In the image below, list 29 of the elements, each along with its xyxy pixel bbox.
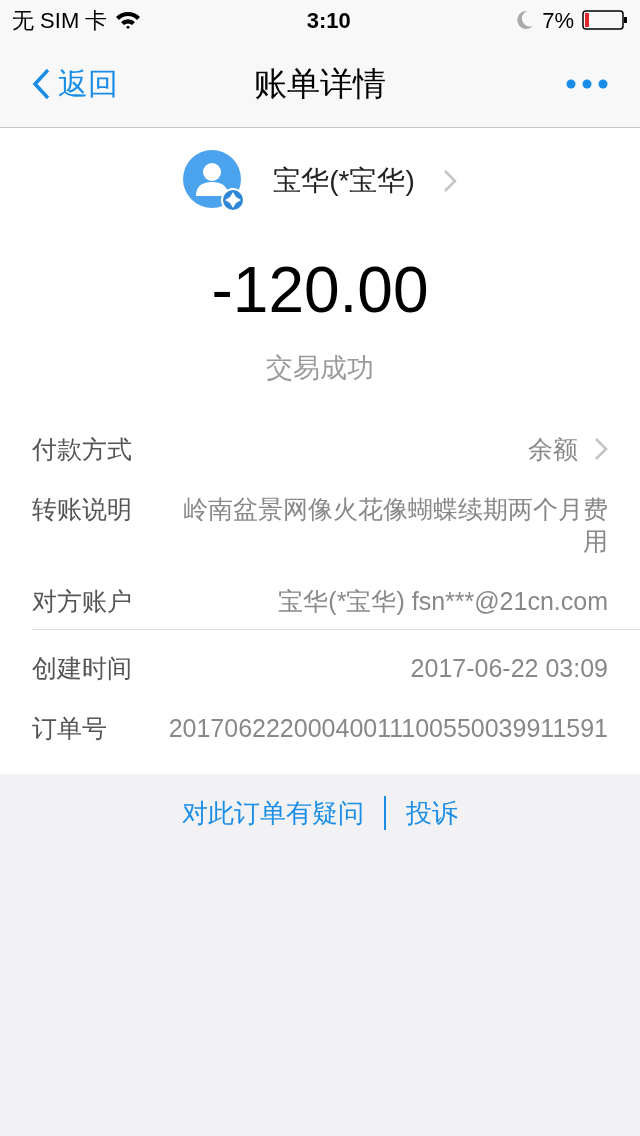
back-button[interactable]: 返回 <box>32 61 152 106</box>
row-value: 宝华(*宝华) fsn***@21cn.com <box>278 585 608 617</box>
row-value: 2017-06-22 03:09 <box>410 652 608 684</box>
page-title: 账单详情 <box>254 63 386 104</box>
status-text: 交易成功 <box>266 352 374 385</box>
battery-text: 7% <box>542 6 574 35</box>
back-icon <box>32 67 50 100</box>
question-link[interactable]: 对此订单有疑问 <box>182 793 364 833</box>
row-label: 订单号 <box>32 712 108 744</box>
row-label: 付款方式 <box>32 433 133 465</box>
chevron-right-icon <box>442 169 457 193</box>
wifi-icon <box>115 10 142 30</box>
complaint-link[interactable]: 投诉 <box>406 793 458 833</box>
clock-text: 3:10 <box>306 6 351 35</box>
row-label: 转账说明 <box>32 493 133 525</box>
row-value: 岭南盆景网像火花像蝴蝶续期两个月费用 <box>182 493 608 557</box>
row-label: 创建时间 <box>32 652 133 684</box>
payee-name: 宝华(*宝华) <box>273 164 415 198</box>
payee-link[interactable]: 宝华(*宝华) <box>0 128 640 212</box>
row-label: 对方账户 <box>32 585 133 617</box>
avatar-icon <box>183 150 246 212</box>
amount-text: -120.00 <box>211 254 429 326</box>
row-value: 20170622200040011100550039911591 <box>168 712 608 744</box>
more-icon <box>566 78 608 89</box>
battery-icon <box>582 10 628 30</box>
moon-icon <box>516 10 535 30</box>
carrier-text: 无 SIM 卡 <box>12 6 108 35</box>
row-value[interactable]: 余额 <box>528 432 578 465</box>
chevron-right-icon <box>594 436 608 461</box>
